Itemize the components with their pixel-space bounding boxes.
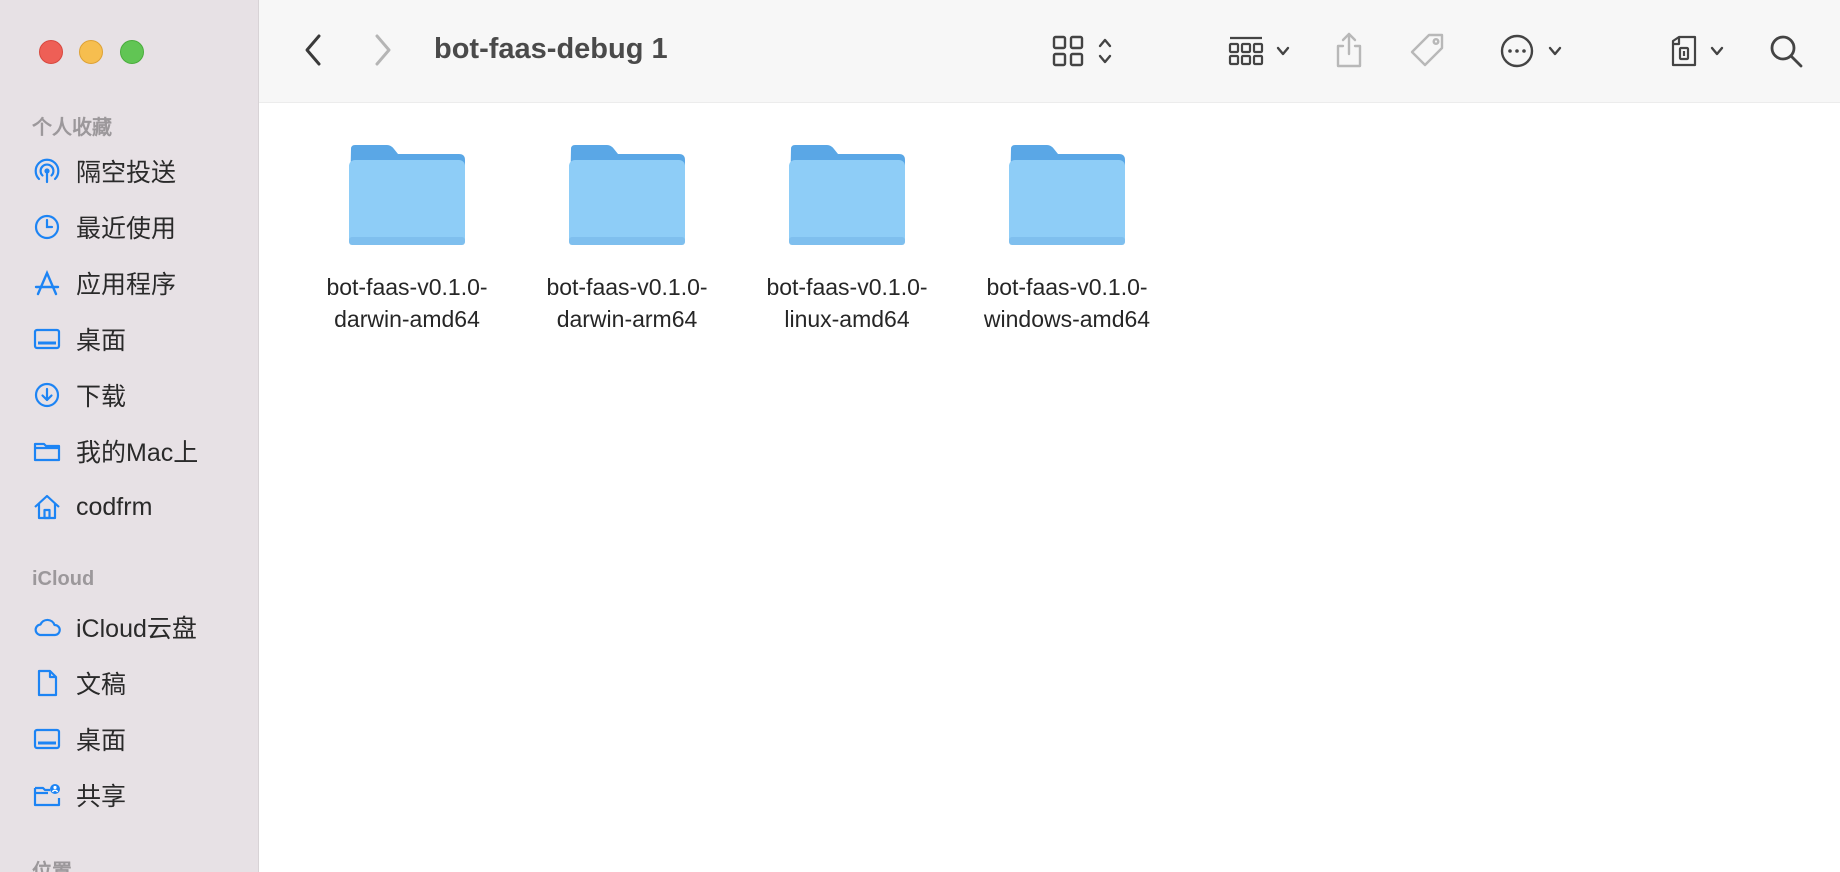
sidebar-item-applications[interactable]: 应用程序 xyxy=(30,261,245,305)
chevron-down-icon xyxy=(1275,45,1291,57)
search-icon xyxy=(1768,33,1804,69)
folder-name: bot-faas-v0.1.0- linux-amd64 xyxy=(766,274,928,332)
folder-name: bot-faas-v0.1.0- darwin-amd64 xyxy=(326,274,488,332)
sidebar-item-icloud-drive[interactable]: iCloud云盘 xyxy=(30,605,245,649)
ellipsis-circle-icon xyxy=(1499,33,1535,69)
tag-button[interactable] xyxy=(1405,30,1449,72)
sidebar-section-locations-title: 位置 xyxy=(32,861,72,872)
chevron-right-icon xyxy=(373,33,393,67)
folder-icon xyxy=(785,143,909,249)
back-button[interactable] xyxy=(295,30,331,70)
grid-view-icon xyxy=(1051,34,1085,68)
shared-folder-icon xyxy=(30,778,64,812)
forward-button[interactable] xyxy=(365,30,401,70)
desktop-icon xyxy=(30,722,64,756)
document-icon xyxy=(30,666,64,700)
view-mode-button[interactable] xyxy=(1042,32,1122,70)
home-icon xyxy=(30,490,64,524)
folder-item[interactable]: bot-faas-v0.1.0- linux-amd64 xyxy=(742,143,952,343)
sidebar-item-icloud-desktop[interactable]: 桌面 xyxy=(30,717,245,761)
folder-item[interactable]: bot-faas-v0.1.0- windows-amd64 xyxy=(962,143,1172,343)
folder-icon xyxy=(30,434,64,468)
chevron-down-icon xyxy=(1709,45,1725,57)
maximize-window-button[interactable] xyxy=(120,40,144,64)
sidebar-item-home[interactable]: codfrm xyxy=(30,485,245,529)
applications-icon xyxy=(30,266,64,300)
remote-disk-icon xyxy=(1669,34,1699,68)
finder-window: 个人收藏 隔空投送 最近使用 应用程序 桌面 下载 我的Mac上 codfrm … xyxy=(0,0,1840,872)
sidebar-item-label: 下载 xyxy=(76,383,127,411)
download-icon xyxy=(30,378,64,412)
sidebar-item-label: 桌面 xyxy=(76,327,127,355)
sidebar-item-label: iCloud云盘 xyxy=(76,615,197,643)
folder-icon xyxy=(345,143,469,249)
remote-disk-button[interactable] xyxy=(1664,32,1730,70)
sidebar-item-desktop[interactable]: 桌面 xyxy=(30,317,245,361)
search-button[interactable] xyxy=(1765,30,1807,72)
clock-icon xyxy=(30,210,64,244)
folder-name: bot-faas-v0.1.0- windows-amd64 xyxy=(983,274,1151,332)
sidebar-item-documents[interactable]: 文稿 xyxy=(30,661,245,705)
sidebar-item-on-my-mac[interactable]: 我的Mac上 xyxy=(30,429,245,473)
sidebar-item-label: 文稿 xyxy=(76,671,127,699)
window-title: bot-faas-debug 1 xyxy=(434,33,668,65)
minimize-window-button[interactable] xyxy=(79,40,103,64)
sidebar-item-label: codfrm xyxy=(76,492,153,521)
chevron-left-icon xyxy=(303,33,323,67)
sidebar-item-label: 最近使用 xyxy=(76,215,177,243)
group-icon xyxy=(1227,34,1265,68)
sidebar-item-label: 隔空投送 xyxy=(76,159,177,187)
sidebar-item-downloads[interactable]: 下载 xyxy=(30,373,245,417)
folder-icon xyxy=(565,143,689,249)
sidebar-item-shared[interactable]: 共享 xyxy=(30,773,245,817)
sidebar-item-label: 我的Mac上 xyxy=(76,439,199,467)
more-actions-button[interactable] xyxy=(1491,32,1571,70)
group-button[interactable] xyxy=(1217,32,1301,70)
sidebar-item-airdrop[interactable]: 隔空投送 xyxy=(30,149,245,193)
chevron-down-icon xyxy=(1547,45,1563,57)
desktop-icon xyxy=(30,322,64,356)
airdrop-icon xyxy=(30,154,64,188)
folder-item[interactable]: bot-faas-v0.1.0- darwin-amd64 xyxy=(302,143,512,343)
sidebar-section-icloud-title: iCloud xyxy=(32,568,95,590)
icloud-icon xyxy=(30,610,64,644)
sidebar-section-favorites-title: 个人收藏 xyxy=(32,117,112,139)
sidebar-item-label: 应用程序 xyxy=(76,271,177,299)
sidebar-item-recents[interactable]: 最近使用 xyxy=(30,205,245,249)
close-window-button[interactable] xyxy=(39,40,63,64)
sidebar-item-label: 共享 xyxy=(76,783,127,811)
folder-item[interactable]: bot-faas-v0.1.0- darwin-arm64 xyxy=(522,143,732,343)
sidebar: 个人收藏 隔空投送 最近使用 应用程序 桌面 下载 我的Mac上 codfrm … xyxy=(0,0,259,872)
share-button[interactable] xyxy=(1329,28,1369,72)
toolbar: bot-faas-debug 1 xyxy=(259,0,1840,103)
folder-name: bot-faas-v0.1.0- darwin-arm64 xyxy=(546,274,708,332)
folder-icon xyxy=(1005,143,1129,249)
file-browser-content: bot-faas-v0.1.0- darwin-amd64 bot-faas-v… xyxy=(259,103,1840,872)
sidebar-item-label: 桌面 xyxy=(76,727,127,755)
up-down-chevron-icon xyxy=(1097,36,1113,66)
tag-icon xyxy=(1407,31,1447,71)
share-icon xyxy=(1334,31,1364,69)
